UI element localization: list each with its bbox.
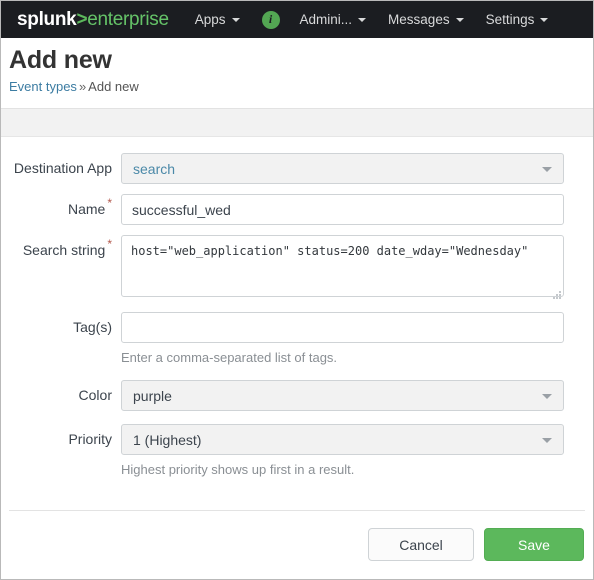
- nav-item-messages[interactable]: Messages: [388, 12, 464, 27]
- info-icon-glyph: i: [268, 12, 273, 26]
- footer-section: Cancel Save: [1, 510, 593, 561]
- color-control: purple: [121, 380, 564, 411]
- page-header: Add new Event types» Add new: [1, 38, 593, 95]
- form-row-priority: Priority 1 (Highest) Highest priority sh…: [1, 424, 593, 478]
- chevron-down-icon: [542, 393, 552, 399]
- section-divider-band: [1, 108, 593, 137]
- page-title: Add new: [9, 46, 112, 74]
- chevron-down-icon: [455, 17, 464, 22]
- search-string-label-text: Search string: [22, 242, 106, 258]
- search-string-textarea-wrap: host="web_application" status=200 date_w…: [121, 235, 564, 302]
- priority-selected-value: 1 (Highest): [133, 431, 202, 448]
- color-select[interactable]: purple: [121, 380, 564, 411]
- priority-select[interactable]: 1 (Highest): [121, 424, 564, 455]
- search-string-required-asterisk: *: [107, 237, 112, 251]
- breadcrumb-link-event-types[interactable]: Event types: [9, 79, 77, 94]
- color-label: Color: [78, 387, 112, 403]
- name-label: Name *: [1, 194, 121, 225]
- nav-item-apps-label: Apps: [194, 12, 226, 27]
- top-navigation-bar: splunk>enterprise Apps i Admini... Messa…: [1, 1, 593, 38]
- splunk-add-event-type-page: splunk>enterprise Apps i Admini... Messa…: [0, 0, 594, 580]
- nav-item-messages-label: Messages: [388, 12, 450, 27]
- cancel-button[interactable]: Cancel: [368, 528, 474, 561]
- nav-item-settings[interactable]: Settings: [486, 12, 549, 27]
- breadcrumb-separator: »: [78, 79, 87, 94]
- chevron-down-icon: [542, 437, 552, 443]
- tags-label: Tag(s): [73, 319, 112, 335]
- nav-item-administrator-label: Admini...: [299, 12, 353, 27]
- logo-text-chevron: >: [76, 8, 88, 30]
- tags-input[interactable]: [121, 312, 564, 343]
- search-string-control: host="web_application" status=200 date_w…: [121, 235, 564, 302]
- chevron-down-icon: [540, 17, 549, 22]
- logo-text-splunk: splunk: [17, 8, 77, 30]
- priority-control: 1 (Highest) Highest priority shows up fi…: [121, 424, 564, 478]
- name-label-text: Name: [67, 201, 106, 217]
- breadcrumb-current: Add new: [88, 79, 139, 94]
- destination-app-selected-value: search: [133, 160, 176, 177]
- destination-app-control: search: [121, 153, 564, 184]
- tags-help-text: Enter a comma-separated list of tags.: [121, 350, 338, 365]
- name-required-asterisk: *: [107, 196, 112, 210]
- info-icon[interactable]: i: [261, 10, 280, 29]
- destination-app-select[interactable]: search: [121, 153, 564, 184]
- chevron-down-icon: [231, 17, 240, 22]
- nav-item-settings-label: Settings: [485, 12, 535, 27]
- nav-item-administrator[interactable]: Admini...: [300, 12, 367, 27]
- priority-help-text: Highest priority shows up first in a res…: [121, 462, 355, 477]
- chevron-down-icon: [358, 17, 367, 22]
- name-input[interactable]: [121, 194, 564, 225]
- form-row-tags: Tag(s) Enter a comma-separated list of t…: [1, 312, 593, 366]
- form-row-search-string: Search string * host="web_application" st…: [1, 235, 593, 302]
- splunk-enterprise-logo[interactable]: splunk>enterprise: [17, 9, 169, 31]
- event-type-form: Destination App search Name* Search stri…: [1, 137, 593, 478]
- name-control: [121, 194, 564, 225]
- destination-app-label: Destination App: [13, 160, 112, 176]
- logo-text-enterprise: enterprise: [87, 8, 169, 30]
- form-row-color: Color purple: [1, 380, 593, 411]
- color-selected-value: purple: [133, 387, 172, 404]
- save-button[interactable]: Save: [484, 528, 584, 561]
- nav-item-apps[interactable]: Apps: [195, 12, 240, 27]
- form-row-destination-app: Destination App search: [1, 153, 593, 184]
- priority-label: Priority: [68, 431, 112, 447]
- breadcrumb: Event types» Add new: [9, 79, 593, 95]
- form-row-name: Name *: [1, 194, 593, 225]
- search-string-textarea[interactable]: host="web_application" status=200 date_w…: [121, 235, 564, 297]
- form-actions: Cancel Save: [1, 511, 593, 561]
- tags-control: Enter a comma-separated list of tags.: [121, 312, 564, 366]
- search-string-label: Search string *: [1, 235, 121, 266]
- chevron-down-icon: [542, 166, 552, 172]
